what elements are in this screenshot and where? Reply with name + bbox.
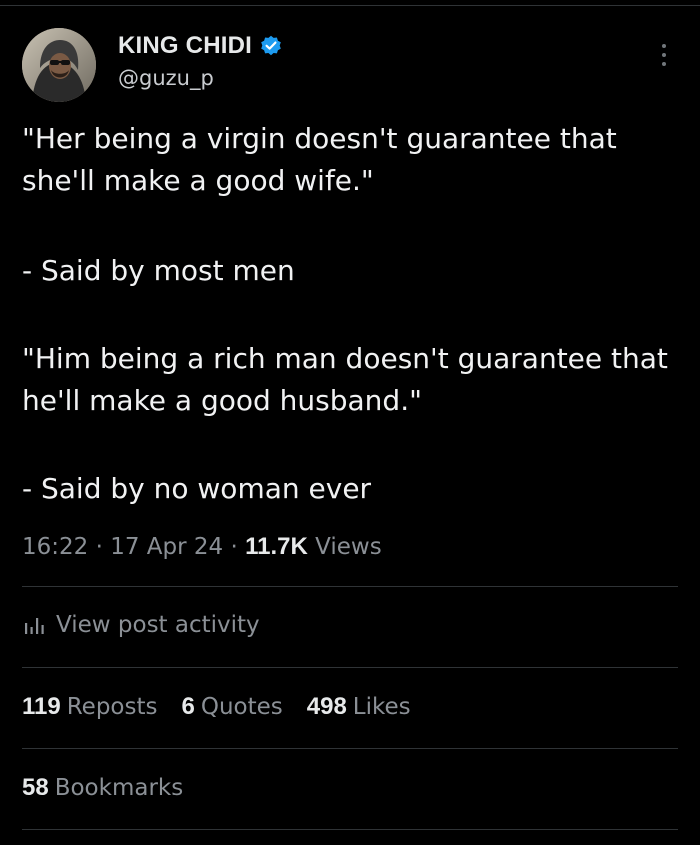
tweet-meta: 16:22 · 17 Apr 24 · 11.7K Views xyxy=(22,533,382,561)
tweet-paragraph: - Said by most men xyxy=(22,254,295,287)
likes-stat[interactable]: 498 Likes xyxy=(307,693,411,721)
likes-count: 498 xyxy=(306,693,347,720)
name-row: KING CHIDI xyxy=(118,30,282,62)
avatar[interactable] xyxy=(22,28,96,102)
tweet-paragraph: "Her being a virgin doesn't guarantee th… xyxy=(22,122,617,197)
view-post-activity-link[interactable]: View post activity xyxy=(22,612,260,638)
top-divider xyxy=(0,5,700,6)
bookmarks-stat[interactable]: 58 Bookmarks xyxy=(22,774,183,802)
views-count: 11.7K xyxy=(245,533,308,560)
divider xyxy=(22,748,678,749)
divider xyxy=(22,586,678,587)
author-handle[interactable]: @guzu_p xyxy=(118,66,282,90)
reposts-count: 119 xyxy=(22,693,61,720)
tweet-paragraph: - Said by no woman ever xyxy=(22,472,372,505)
meta-separator: · xyxy=(230,534,238,560)
view-post-activity-label: View post activity xyxy=(56,612,260,638)
tweet-header: KING CHIDI @guzu_p xyxy=(22,28,678,104)
post-time[interactable]: 16:22 xyxy=(22,534,88,560)
likes-label: Likes xyxy=(352,694,411,720)
reposts-stat[interactable]: 119 Reposts xyxy=(22,693,157,721)
more-options-icon[interactable] xyxy=(660,44,668,70)
author-identity: KING CHIDI @guzu_p xyxy=(118,30,282,90)
views-label: Views xyxy=(315,534,382,560)
engagement-stats: 119 Reposts 6 Quotes 498 Likes xyxy=(22,693,435,721)
bar-chart-icon xyxy=(25,618,44,634)
reposts-label: Reposts xyxy=(66,694,158,720)
divider xyxy=(22,667,678,668)
bookmarks-label: Bookmarks xyxy=(54,775,184,801)
quotes-count: 6 xyxy=(181,693,195,720)
verified-badge-icon xyxy=(260,35,282,57)
meta-separator: · xyxy=(95,534,103,560)
avatar-image xyxy=(22,28,96,102)
divider xyxy=(22,829,678,830)
author-name[interactable]: KING CHIDI xyxy=(118,32,252,60)
quotes-label: Quotes xyxy=(200,694,283,720)
quotes-stat[interactable]: 6 Quotes xyxy=(181,693,282,721)
tweet-paragraph: "Him being a rich man doesn't guarantee … xyxy=(22,342,668,417)
post-date[interactable]: 17 Apr 24 xyxy=(110,534,223,560)
bookmarks-count: 58 xyxy=(22,774,49,801)
